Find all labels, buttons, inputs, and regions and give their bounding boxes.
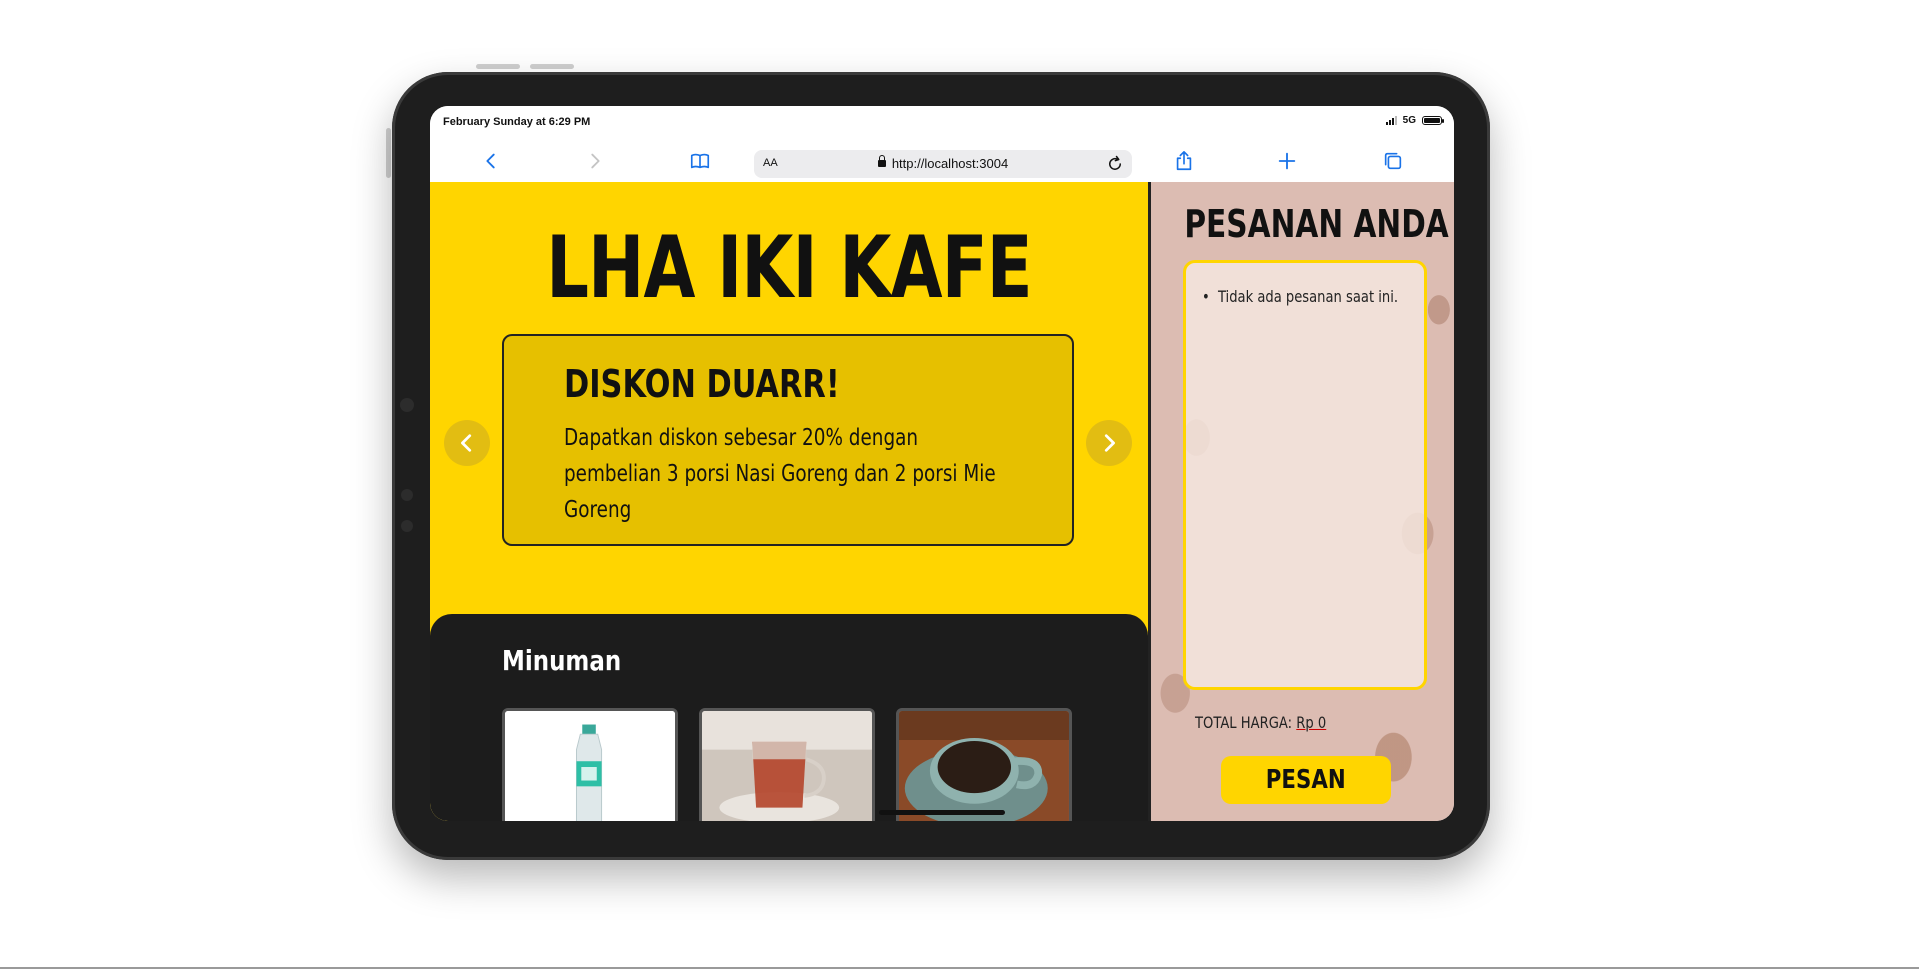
- camera-dot: [401, 489, 413, 501]
- status-time: February Sunday at 6:29 PM: [443, 116, 591, 128]
- web-content: LHA IKI KAFE DISKON DUARR! Dapatkan disk…: [430, 182, 1454, 821]
- orders-list: Tidak ada pesanan saat ini.: [1183, 260, 1427, 690]
- chevron-right-icon[interactable]: [582, 148, 608, 174]
- status-bar: February Sunday at 6:29 PM 5G: [430, 106, 1454, 140]
- carousel-next-button[interactable]: [1086, 420, 1132, 466]
- carousel-prev-button[interactable]: [444, 420, 490, 466]
- volume-button: [386, 128, 391, 178]
- menu-panel: Minuman: [430, 614, 1148, 821]
- cafe-title: LHA IKI KAFE: [546, 218, 1032, 318]
- main-column: LHA IKI KAFE DISKON DUARR! Dapatkan disk…: [430, 182, 1148, 821]
- browser-toolbar: AA http://localhost:3004: [430, 140, 1454, 182]
- chevron-left-icon[interactable]: [478, 148, 504, 174]
- menu-item-card[interactable]: [502, 708, 678, 821]
- menu-item-card[interactable]: [896, 708, 1072, 821]
- chevron-left-icon: [461, 434, 472, 452]
- address-bar[interactable]: AA http://localhost:3004: [754, 150, 1132, 178]
- book-icon[interactable]: [687, 148, 713, 174]
- promo-text: Dapatkan diskon sebesar 20% dengan pembe…: [564, 425, 996, 523]
- menu-section-title: Minuman: [502, 644, 622, 677]
- list-item: Tidak ada pesanan saat ini.: [1202, 287, 1398, 306]
- page-bottom-rule: [0, 967, 1919, 969]
- plus-icon[interactable]: [1274, 148, 1300, 174]
- promo-title: DISKON DUARR!: [564, 362, 840, 406]
- camera-dot: [401, 520, 413, 532]
- home-indicator[interactable]: [879, 810, 1005, 815]
- orders-sidebar: PESANAN ANDA Tidak ada pesanan saat ini.…: [1151, 182, 1454, 821]
- top-button: [530, 64, 574, 69]
- order-total: TOTAL HARGA: Rp 0: [1195, 713, 1326, 732]
- battery-icon: [1422, 116, 1444, 125]
- reload-icon[interactable]: [1106, 155, 1124, 173]
- status-indicators: 5G: [1385, 115, 1444, 126]
- tabs-icon[interactable]: [1380, 148, 1406, 174]
- orders-title: PESANAN ANDA: [1184, 202, 1449, 246]
- bottled-water-image: [505, 711, 675, 821]
- cup-of-coffee-image: [899, 711, 1069, 821]
- url-text: http://localhost:3004: [891, 156, 1009, 171]
- total-value: Rp 0: [1296, 713, 1327, 732]
- menu-item-card[interactable]: [699, 708, 875, 821]
- promo-banner: DISKON DUARR! Dapatkan diskon sebesar 20…: [502, 334, 1074, 546]
- glass-of-tea-image: [702, 711, 872, 821]
- camera-dot: [400, 398, 414, 412]
- order-button-label: PESAN: [1266, 765, 1346, 795]
- share-icon[interactable]: [1171, 148, 1197, 174]
- lock-icon: [877, 155, 886, 167]
- order-button[interactable]: PESAN: [1221, 756, 1391, 804]
- network-label: 5G: [1402, 115, 1416, 126]
- tablet-screen: February Sunday at 6:29 PM 5G AA http://…: [430, 106, 1454, 821]
- top-button: [476, 64, 520, 69]
- signal-icon: [1385, 116, 1397, 125]
- chevron-right-icon: [1104, 434, 1115, 452]
- url-display[interactable]: http://localhost:3004: [754, 155, 1132, 171]
- total-label: TOTAL HARGA:: [1195, 713, 1293, 732]
